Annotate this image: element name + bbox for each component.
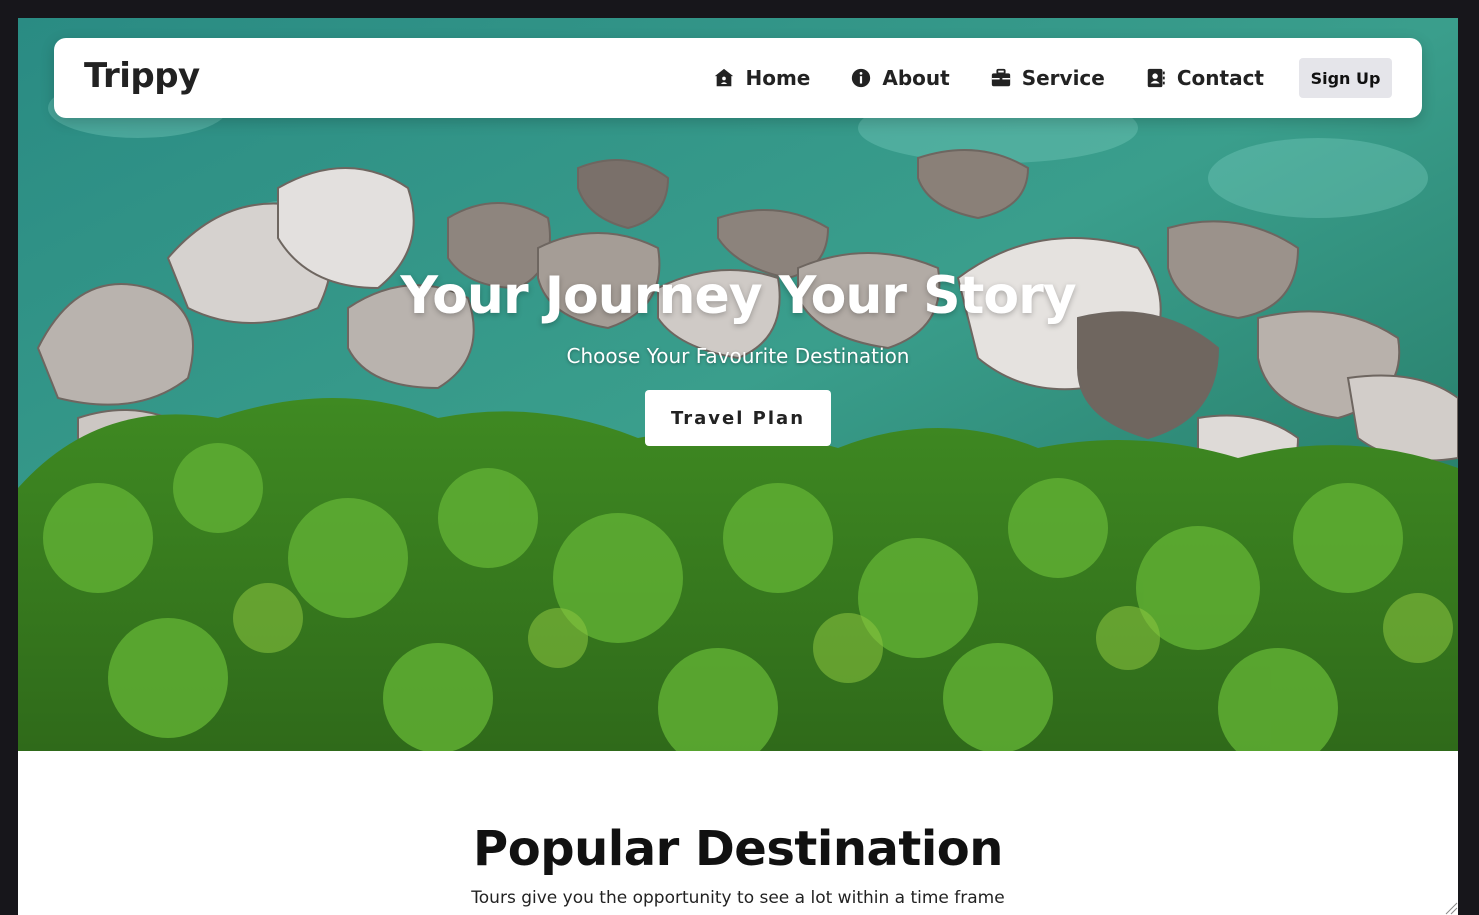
address-book-icon <box>1147 68 1165 88</box>
section-subtitle: Tours give you the opportunity to see a … <box>471 888 1005 908</box>
resize-handle-icon[interactable] <box>1444 901 1458 915</box>
nav-item-home[interactable]: Home <box>713 66 810 90</box>
sign-up-button[interactable]: Sign Up <box>1299 58 1392 98</box>
nav-links: Home About Service Contact <box>673 64 1264 92</box>
nav-item-label: Service <box>1021 66 1105 90</box>
nav-item-contact[interactable]: Contact <box>1145 66 1264 90</box>
briefcase-icon <box>991 68 1010 87</box>
hero-title: Your Journey Your Story <box>400 266 1076 326</box>
home-icon <box>715 68 734 87</box>
nav-item-about[interactable]: About <box>850 66 950 90</box>
nav-item-label: About <box>882 66 950 90</box>
brand-logo[interactable]: Trippy <box>84 56 200 96</box>
hero-background-image <box>18 18 1458 751</box>
hero-subtitle: Choose Your Favourite Destination <box>566 344 910 368</box>
nav-item-service[interactable]: Service <box>990 66 1105 90</box>
nav-item-label: Contact <box>1176 66 1264 90</box>
hero-section: Trippy Home About Service Contact Sign U… <box>18 18 1458 751</box>
travel-plan-button[interactable]: Travel Plan <box>645 390 831 446</box>
nav-item-label: Home <box>745 66 811 90</box>
section-title: Popular Destination <box>473 821 1003 877</box>
browser-viewport: Trippy Home About Service Contact Sign U… <box>18 18 1458 915</box>
navbar: Trippy Home About Service Contact Sign U… <box>54 38 1422 118</box>
info-circle-icon <box>852 68 871 88</box>
